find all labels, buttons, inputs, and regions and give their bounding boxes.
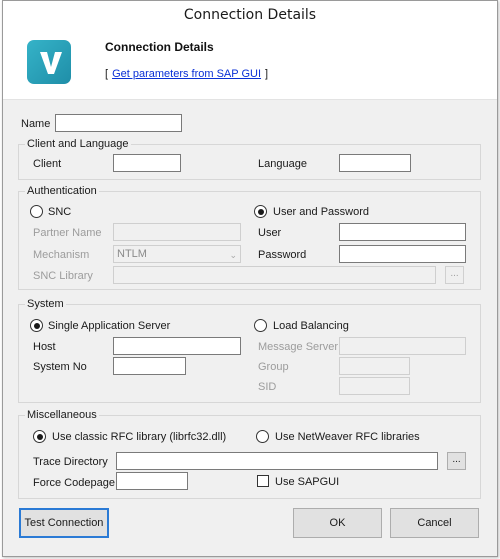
snc-library-browse-button[interactable]: ... xyxy=(445,266,464,284)
dialog-header: Connection Details [Get parameters from … xyxy=(3,29,497,100)
miscellaneous-title: Miscellaneous xyxy=(25,409,99,421)
classic-rfc-radio[interactable] xyxy=(33,430,46,443)
message-server-label: Message Server xyxy=(258,341,339,353)
trace-directory-input[interactable] xyxy=(116,452,438,470)
load-balancing-label: Load Balancing xyxy=(273,320,349,332)
use-sapgui-label: Use SAPGUI xyxy=(275,476,340,488)
force-codepage-input[interactable] xyxy=(116,472,188,490)
window-title: Connection Details xyxy=(3,1,497,29)
client-input[interactable] xyxy=(113,154,181,172)
user-password-radio[interactable] xyxy=(254,205,267,218)
netweaver-rfc-label: Use NetWeaver RFC libraries xyxy=(275,431,420,443)
language-label: Language xyxy=(258,158,307,170)
snc-radio[interactable] xyxy=(30,205,43,218)
test-connection-button[interactable]: Test Connection xyxy=(19,508,109,538)
single-server-label: Single Application Server xyxy=(48,320,171,332)
sid-label: SID xyxy=(258,381,277,393)
client-label: Client xyxy=(33,158,62,170)
group-label: Group xyxy=(258,361,289,373)
user-input[interactable] xyxy=(339,223,466,241)
mechanism-value: NTLM xyxy=(117,248,147,260)
cancel-button[interactable]: Cancel xyxy=(390,508,479,538)
sap-gui-link-wrapper: [Get parameters from SAP GUI] xyxy=(105,68,268,80)
name-input[interactable] xyxy=(55,114,182,132)
system-no-label: System No xyxy=(33,361,87,373)
force-codepage-label: Force Codepage xyxy=(33,477,115,489)
host-input[interactable] xyxy=(113,337,241,355)
name-label: Name xyxy=(21,118,51,130)
snc-label: SNC xyxy=(48,206,72,218)
sid-input[interactable] xyxy=(339,377,410,395)
link-bracket-close: ] xyxy=(265,68,269,80)
user-password-label: User and Password xyxy=(273,206,369,218)
message-server-input[interactable] xyxy=(339,337,466,355)
single-server-radio[interactable] xyxy=(30,319,43,332)
system-title: System xyxy=(25,298,66,310)
password-label: Password xyxy=(258,249,307,261)
chevron-down-icon: ⌄ xyxy=(229,250,237,260)
netweaver-rfc-radio[interactable] xyxy=(256,430,269,443)
header-title: Connection Details xyxy=(105,40,214,54)
connection-details-dialog: Connection Details Connection Details [G… xyxy=(2,0,498,557)
host-label: Host xyxy=(33,341,56,353)
snc-library-label: SNC Library xyxy=(33,270,93,282)
partner-name-label: Partner Name xyxy=(33,227,102,239)
get-parameters-link[interactable]: Get parameters from SAP GUI xyxy=(112,68,261,80)
load-balancing-radio[interactable] xyxy=(254,319,267,332)
password-input[interactable] xyxy=(339,245,466,263)
snc-library-input[interactable] xyxy=(113,266,436,284)
client-language-title: Client and Language xyxy=(25,138,131,150)
use-sapgui-checkbox[interactable] xyxy=(257,475,269,487)
trace-directory-label: Trace Directory xyxy=(33,456,108,468)
group-input[interactable] xyxy=(339,357,410,375)
client-language-group: Client and Language xyxy=(18,138,481,180)
mechanism-label: Mechanism xyxy=(33,249,90,261)
classic-rfc-label: Use classic RFC library (librfc32.dll) xyxy=(52,431,227,443)
partner-name-input[interactable] xyxy=(113,223,241,241)
v-logo-icon xyxy=(27,40,71,84)
ok-button[interactable]: OK xyxy=(293,508,382,538)
mechanism-select[interactable]: NTLM ⌄ xyxy=(113,245,241,263)
user-label: User xyxy=(258,227,282,239)
language-input[interactable] xyxy=(339,154,411,172)
system-no-input[interactable] xyxy=(113,357,186,375)
trace-directory-browse-button[interactable]: ... xyxy=(447,452,466,470)
authentication-title: Authentication xyxy=(25,185,99,197)
link-bracket-open: [ xyxy=(105,68,109,80)
